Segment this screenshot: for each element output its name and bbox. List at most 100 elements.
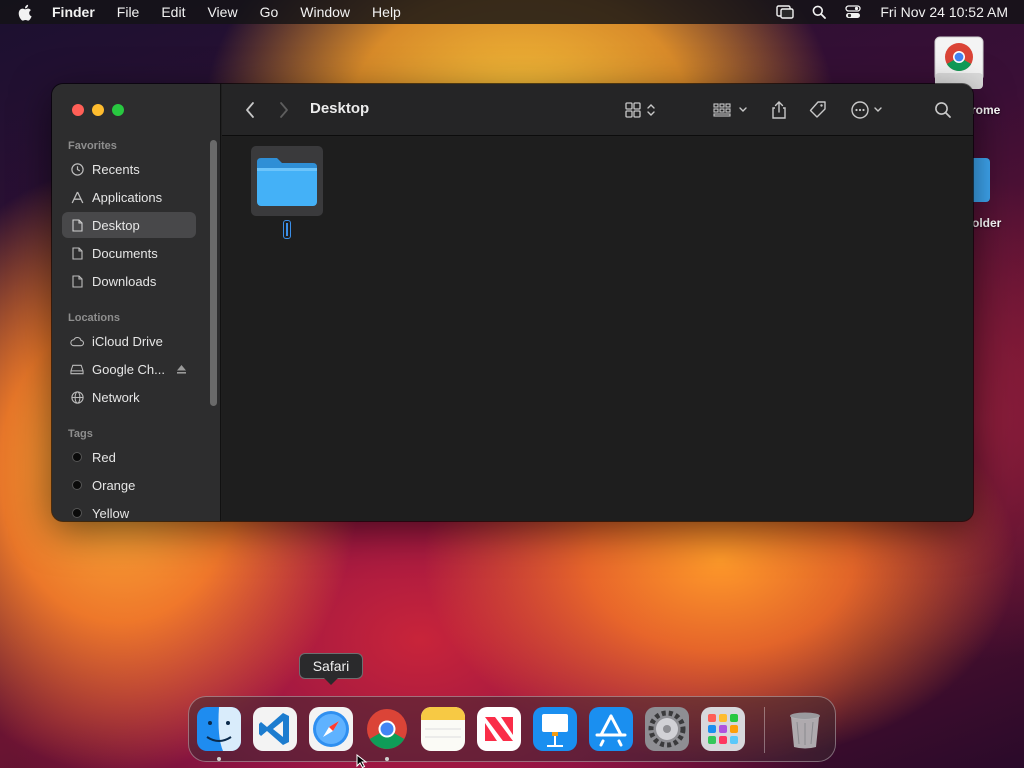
safari-compass-icon xyxy=(313,711,349,747)
menu-edit[interactable]: Edit xyxy=(161,0,185,24)
tag-dot-icon xyxy=(72,508,82,518)
dock-tooltip: Safari xyxy=(299,653,363,679)
drive-icon xyxy=(70,362,84,376)
news-icon xyxy=(485,717,513,741)
text-caret xyxy=(286,223,288,236)
dock-app-store[interactable] xyxy=(589,707,633,751)
menu-file[interactable]: File xyxy=(117,0,140,24)
sidebar-section-favorites: Favorites xyxy=(68,140,117,152)
sidebar-item-documents[interactable]: Documents xyxy=(62,240,196,266)
sidebar-item-label: Orange xyxy=(92,477,136,493)
menu-bar-clock[interactable]: Fri Nov 24 10:52 AM xyxy=(880,4,1008,20)
document-icon xyxy=(70,218,84,232)
vscode-icon xyxy=(259,713,289,745)
desktop-icon-chrome-label: rome xyxy=(971,103,1001,117)
dock-vscode[interactable] xyxy=(253,707,297,751)
sidebar-section-locations: Locations xyxy=(68,312,120,324)
tag-dot-icon xyxy=(72,480,82,490)
notes-icon xyxy=(421,707,465,738)
menu-app-name[interactable]: Finder xyxy=(52,0,95,24)
share-icon[interactable] xyxy=(770,100,788,120)
desktop-icon-chrome[interactable] xyxy=(933,35,985,91)
keynote-icon xyxy=(542,714,568,747)
sidebar-item-downloads[interactable]: Downloads xyxy=(62,268,196,294)
sidebar-item-label: Google Ch... xyxy=(92,361,165,377)
sidebar-section-tags: Tags xyxy=(68,428,93,440)
spotlight-search-icon[interactable] xyxy=(810,4,828,20)
sidebar-item-label: Recents xyxy=(92,161,140,177)
sidebar-item-desktop[interactable]: Desktop xyxy=(62,212,196,238)
dock-notes[interactable] xyxy=(421,707,465,751)
sidebar-item-google-chrome-disk[interactable]: Google Ch... xyxy=(62,356,196,382)
control-center-icon[interactable] xyxy=(844,4,862,20)
running-indicator xyxy=(385,757,389,761)
sidebar-item-icloud-drive[interactable]: iCloud Drive xyxy=(62,328,196,354)
sidebar-item-label: Documents xyxy=(92,245,158,261)
sidebar-item-label: Red xyxy=(92,449,116,465)
finder-content-area[interactable] xyxy=(222,137,973,521)
finder-sidebar: Favorites Recents Applications Desktop D… xyxy=(52,84,221,521)
sidebar-tag-yellow[interactable]: Yellow xyxy=(62,500,196,521)
sidebar-item-label: Applications xyxy=(92,189,163,205)
sidebar-item-applications[interactable]: Applications xyxy=(62,184,196,210)
finder-toolbar: Desktop xyxy=(222,84,973,136)
view-icon-grid-icon[interactable] xyxy=(624,100,660,120)
sidebar-item-label: Network xyxy=(92,389,140,405)
menu-go[interactable]: Go xyxy=(260,0,279,24)
dock-news[interactable] xyxy=(477,707,521,751)
sidebar-item-label: Desktop xyxy=(92,217,140,233)
minimize-window-button[interactable] xyxy=(92,104,104,116)
sidebar-tag-red[interactable]: Red xyxy=(62,444,196,470)
document-icon xyxy=(70,274,84,288)
globe-icon xyxy=(70,390,84,404)
dock xyxy=(188,696,836,762)
dock-chrome[interactable] xyxy=(365,707,409,751)
sidebar-scrollbar[interactable] xyxy=(210,140,217,406)
app-store-icon xyxy=(595,714,627,747)
menu-view[interactable]: View xyxy=(207,0,237,24)
chrome-icon xyxy=(367,709,407,749)
sidebar-item-label: Downloads xyxy=(92,273,157,289)
dock-safari[interactable] xyxy=(309,707,353,751)
menu-window[interactable]: Window xyxy=(300,0,350,24)
clock-icon xyxy=(70,162,84,176)
menu-bar: Finder File Edit View Go Window Help Fri… xyxy=(0,0,1024,24)
sidebar-tag-orange[interactable]: Orange xyxy=(62,472,196,498)
sidebar-item-network[interactable]: Network xyxy=(62,384,196,410)
close-window-button[interactable] xyxy=(72,104,84,116)
eject-icon[interactable] xyxy=(176,363,188,375)
launchpad-grid-icon xyxy=(708,714,738,744)
dock-finder[interactable] xyxy=(197,707,241,751)
menu-help[interactable]: Help xyxy=(372,0,401,24)
dock-launchpad[interactable] xyxy=(701,707,745,751)
tag-icon[interactable] xyxy=(808,100,828,120)
group-by-icon[interactable] xyxy=(712,100,750,120)
tooltip-arrow xyxy=(324,678,338,685)
menu-bar-extras: Fri Nov 24 10:52 AM xyxy=(760,0,1008,24)
screen-mirroring-icon[interactable] xyxy=(776,4,795,20)
forward-chevron-icon[interactable] xyxy=(278,100,290,120)
dock-keynote[interactable] xyxy=(533,707,577,751)
sidebar-item-recents[interactable]: Recents xyxy=(62,156,196,182)
window-title: Desktop xyxy=(310,100,370,117)
cloud-icon xyxy=(70,334,84,348)
folder-name-input[interactable] xyxy=(283,220,291,239)
dock-system-settings[interactable] xyxy=(645,707,689,751)
search-icon[interactable] xyxy=(934,100,952,120)
dock-trash[interactable] xyxy=(783,707,827,751)
tag-dot-icon xyxy=(72,452,82,462)
zoom-window-button[interactable] xyxy=(112,104,124,116)
back-chevron-icon[interactable] xyxy=(244,100,256,120)
more-actions-icon[interactable] xyxy=(850,100,886,120)
apple-menu-icon[interactable] xyxy=(18,0,36,24)
finder-window: Favorites Recents Applications Desktop D… xyxy=(52,84,973,521)
sidebar-item-label: iCloud Drive xyxy=(92,333,163,349)
sidebar-item-label: Yellow xyxy=(92,505,130,521)
applications-icon xyxy=(70,190,84,204)
new-folder-item[interactable] xyxy=(251,146,323,216)
gear-icon xyxy=(648,710,686,748)
trash-icon xyxy=(790,712,820,749)
desktop-icon-folder-label: older xyxy=(972,216,1002,230)
document-icon xyxy=(70,246,84,260)
folder-icon xyxy=(257,158,317,206)
